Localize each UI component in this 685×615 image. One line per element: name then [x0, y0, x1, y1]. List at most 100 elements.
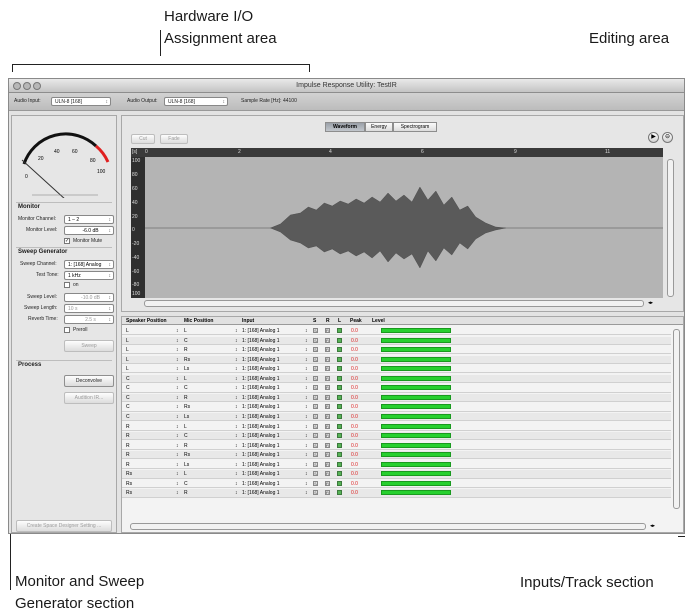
input-select[interactable]: 1: [168] Analog 1 — [242, 338, 280, 344]
zoom-window-button[interactable] — [33, 82, 41, 90]
input-select[interactable]: 1: [168] Analog 1 — [242, 385, 280, 391]
input-select[interactable]: 1: [168] Analog 1 — [242, 481, 280, 487]
mic-position-select[interactable]: R — [184, 490, 188, 496]
waveform-horizontal-scrollbar[interactable] — [144, 300, 644, 307]
mic-position-select[interactable]: R — [184, 395, 188, 401]
table-row[interactable]: R ↕ L ↕ 1: [168] Analog 1 ↕ S R 0.0 — [122, 423, 671, 431]
link-toggle[interactable] — [337, 347, 342, 353]
solo-button[interactable]: S — [313, 442, 318, 448]
tracks-vertical-scrollbar[interactable] — [673, 329, 680, 509]
mic-position-select[interactable]: R — [184, 347, 188, 353]
speaker-position-select[interactable]: C — [126, 376, 130, 382]
record-button[interactable]: R — [325, 461, 330, 467]
link-toggle[interactable] — [337, 452, 342, 458]
table-row[interactable]: R ↕ C ↕ 1: [168] Analog 1 ↕ S R 0.0 — [122, 432, 671, 441]
mic-position-select[interactable]: L — [184, 471, 187, 477]
mic-position-select[interactable]: Ls — [184, 462, 189, 468]
record-button[interactable]: R — [325, 404, 330, 410]
cut-button[interactable]: Cut — [131, 134, 155, 144]
mic-position-select[interactable]: Rs — [184, 357, 190, 363]
input-select[interactable]: 1: [168] Analog 1 — [242, 404, 280, 410]
record-button[interactable]: R — [325, 328, 330, 333]
fade-button[interactable]: Fade — [160, 134, 188, 144]
record-button[interactable]: R — [325, 423, 330, 429]
table-row[interactable]: R ↕ R ↕ 1: [168] Analog 1 ↕ S R 0.0 — [122, 442, 671, 450]
table-row[interactable]: R ↕ Rs ↕ 1: [168] Analog 1 ↕ S R 0.0 — [122, 451, 671, 460]
record-button[interactable]: R — [325, 366, 330, 372]
sweep-level-stepper[interactable]: -10.0 dB — [64, 293, 114, 302]
link-toggle[interactable] — [337, 442, 342, 448]
mic-position-select[interactable]: Rs — [184, 404, 190, 410]
solo-button[interactable]: S — [313, 404, 318, 410]
record-button[interactable]: R — [325, 385, 330, 391]
mic-position-select[interactable]: Rs — [184, 452, 190, 458]
table-row[interactable]: L ↕ L ↕ 1: [168] Analog 1 ↕ S R 0.0 — [122, 327, 671, 336]
speaker-position-select[interactable]: R — [126, 424, 130, 430]
waveform-vertical-scrollbar[interactable] — [667, 159, 674, 297]
reverb-time-stepper[interactable]: 2.5 s — [64, 315, 114, 324]
col-peak[interactable]: Peak — [350, 318, 362, 324]
solo-button[interactable]: S — [313, 356, 318, 362]
speaker-position-select[interactable]: R — [126, 462, 130, 468]
table-row[interactable]: L ↕ C ↕ 1: [168] Analog 1 ↕ S R 0.0 — [122, 336, 671, 345]
mic-position-select[interactable]: R — [184, 443, 188, 449]
table-row[interactable]: Rs ↕ L ↕ 1: [168] Analog 1 ↕ S R 0.0 — [122, 470, 671, 479]
monitor-level-stepper[interactable]: -6.0 dB — [64, 226, 114, 235]
preroll-checkbox[interactable] — [64, 327, 70, 333]
speaker-position-select[interactable]: L — [126, 328, 129, 334]
link-toggle[interactable] — [337, 404, 342, 410]
input-select[interactable]: 1: [168] Analog 1 — [242, 462, 280, 468]
speaker-position-select[interactable]: C — [126, 385, 130, 391]
record-button[interactable]: R — [325, 433, 330, 439]
test-tone-select[interactable]: 1 kHz — [64, 271, 114, 280]
input-select[interactable]: 1: [168] Analog 1 — [242, 395, 280, 401]
col-input[interactable]: Input — [242, 318, 254, 324]
speaker-position-select[interactable]: Rs — [126, 490, 132, 496]
record-button[interactable]: R — [325, 413, 330, 419]
input-select[interactable]: 1: [168] Analog 1 — [242, 347, 280, 353]
solo-button[interactable]: S — [313, 452, 318, 458]
table-row[interactable]: C ↕ R ↕ 1: [168] Analog 1 ↕ S R 0.0 — [122, 393, 671, 403]
input-select[interactable]: 1: [168] Analog 1 — [242, 433, 280, 439]
input-select[interactable]: 1: [168] Analog 1 — [242, 366, 280, 372]
speaker-position-select[interactable]: R — [126, 452, 130, 458]
table-row[interactable]: C ↕ C ↕ 1: [168] Analog 1 ↕ S R 0.0 — [122, 384, 671, 393]
tracks-scroll-arrows[interactable]: ◂▸ — [650, 523, 655, 529]
tab-energy[interactable]: Energy — [365, 122, 393, 132]
record-button[interactable]: R — [325, 394, 330, 400]
mic-position-select[interactable]: C — [184, 385, 188, 391]
waveform-scroll-arrows[interactable]: ◂▸ — [648, 300, 653, 306]
solo-button[interactable]: S — [313, 423, 318, 429]
input-select[interactable]: 1: [168] Analog 1 — [242, 357, 280, 363]
table-row[interactable]: L ↕ Ls ↕ 1: [168] Analog 1 ↕ S R 0.0 — [122, 365, 671, 374]
audition-ir-button[interactable]: Audition IR... — [64, 392, 114, 404]
solo-button[interactable]: S — [313, 471, 318, 477]
speaker-position-select[interactable]: L — [126, 357, 129, 363]
input-select[interactable]: 1: [168] Analog 1 — [242, 376, 280, 382]
record-button[interactable]: R — [325, 452, 330, 458]
speaker-position-select[interactable]: C — [126, 395, 130, 401]
record-button[interactable]: R — [325, 471, 330, 477]
record-button[interactable]: R — [325, 356, 330, 362]
col-l[interactable]: L — [338, 318, 341, 324]
test-tone-on-checkbox[interactable] — [64, 282, 70, 288]
table-row[interactable]: C ↕ Rs ↕ 1: [168] Analog 1 ↕ S R 0.0 — [122, 403, 671, 412]
speaker-position-select[interactable]: Rs — [126, 471, 132, 477]
speaker-position-select[interactable]: Rs — [126, 481, 132, 487]
link-toggle[interactable] — [337, 356, 342, 362]
speaker-position-select[interactable]: R — [126, 433, 130, 439]
table-row[interactable]: R ↕ Ls ↕ 1: [168] Analog 1 ↕ S R 0.0 — [122, 461, 671, 469]
record-button[interactable]: R — [325, 347, 330, 353]
audio-input-select[interactable]: ULN-8 [168] — [51, 97, 111, 106]
solo-button[interactable]: S — [313, 461, 318, 467]
solo-button[interactable]: S — [313, 347, 318, 353]
link-toggle[interactable] — [337, 413, 342, 419]
col-r[interactable]: R — [326, 318, 330, 324]
link-toggle[interactable] — [337, 461, 342, 467]
mic-position-select[interactable]: C — [184, 481, 188, 487]
link-toggle[interactable] — [337, 366, 342, 372]
record-button[interactable]: R — [325, 480, 330, 486]
speaker-position-select[interactable]: C — [126, 404, 130, 410]
record-button[interactable]: R — [325, 337, 330, 343]
input-select[interactable]: 1: [168] Analog 1 — [242, 443, 280, 449]
